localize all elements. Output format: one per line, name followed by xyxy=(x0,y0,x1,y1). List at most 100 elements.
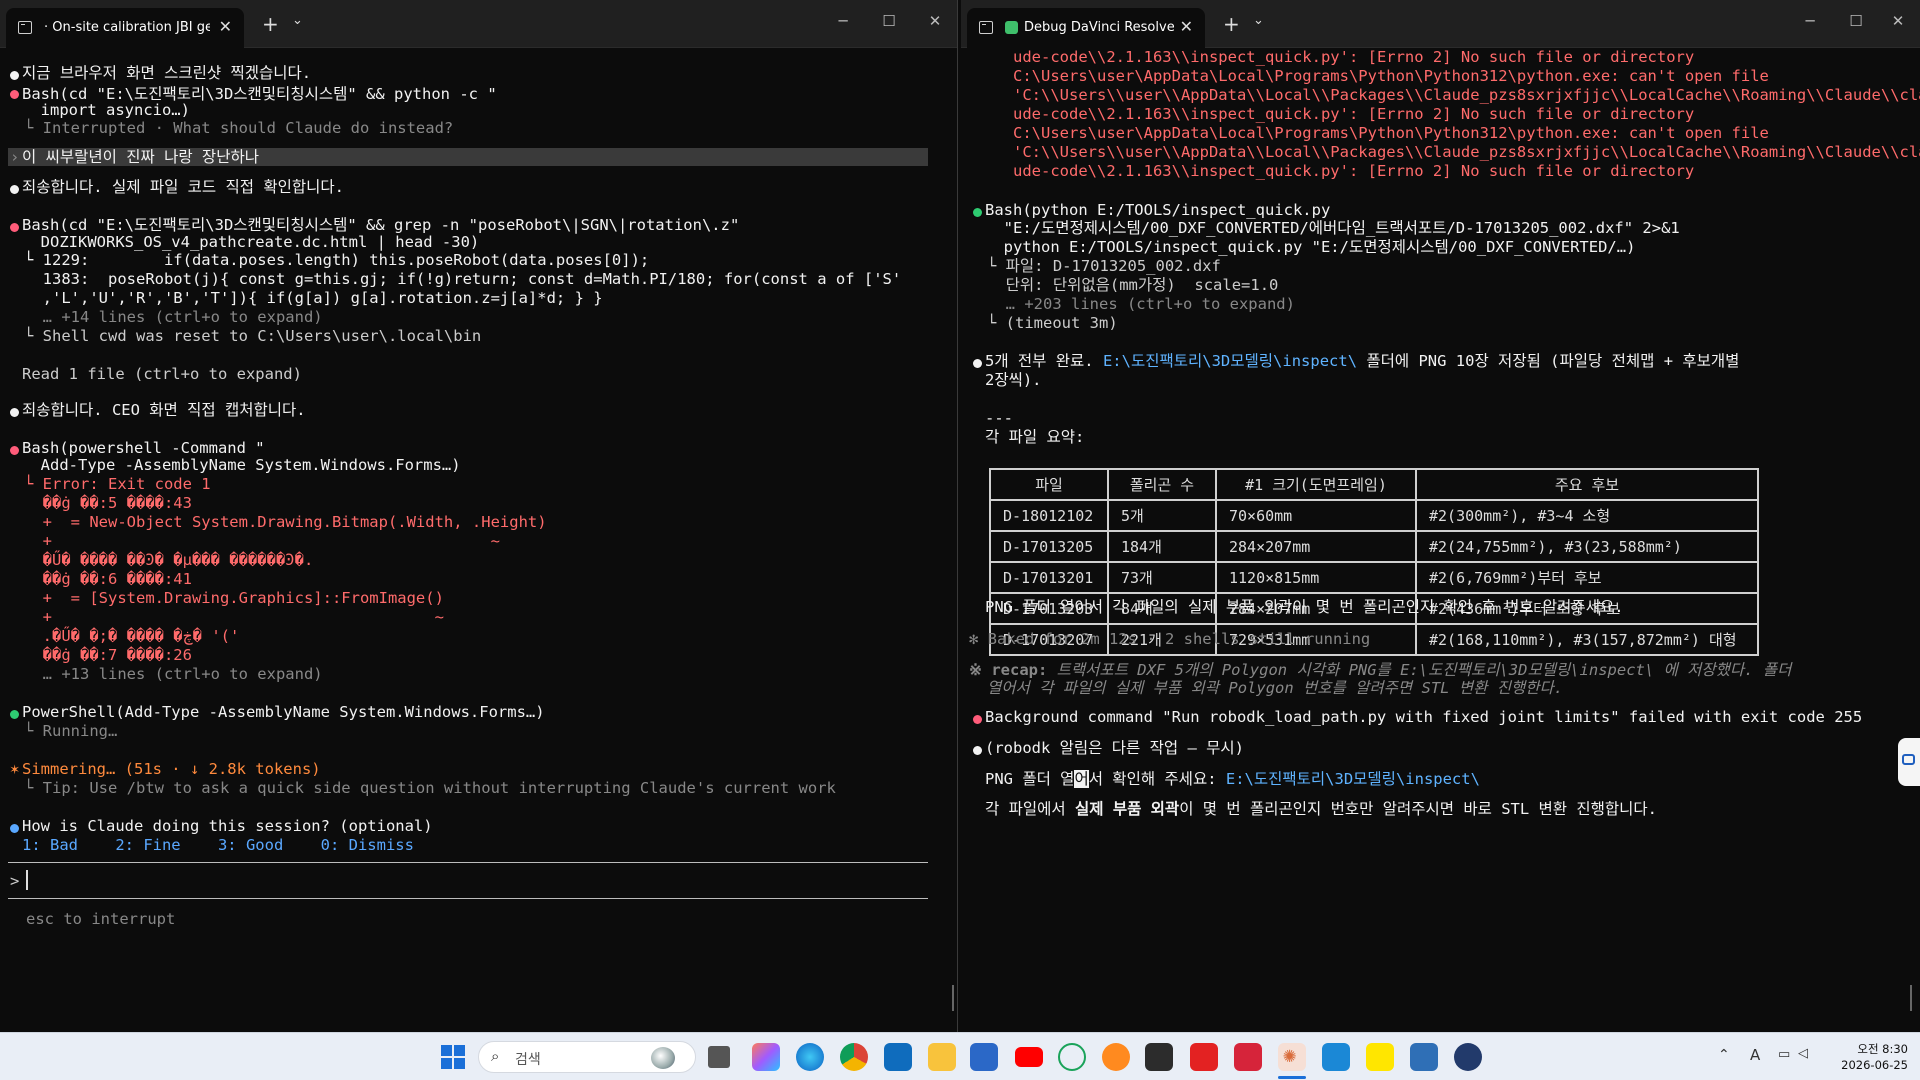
tool-call-line: DOZIKWORKS_OS_v4_pathcreate.dc.html | he… xyxy=(22,233,480,251)
table-cell: 1120×815mm xyxy=(1215,561,1417,594)
tab-right-active[interactable]: Debug DaVinci Resolve pl ✕ xyxy=(967,8,1205,48)
selection-cursor: 어 xyxy=(1074,770,1089,788)
chevron-down-icon[interactable]: ⌄ xyxy=(1253,13,1264,28)
bullet-dot-error xyxy=(973,715,982,724)
outlook-icon[interactable] xyxy=(884,1043,912,1071)
tab-left-active[interactable]: · On-site calibration JBI gene ✕ xyxy=(6,8,244,48)
table-row: D-17013201 73개 1120×815mm #2(6,769mm²)부터 후보 xyxy=(989,561,1759,594)
recap-text: 트랙서포트 DXF 5개의 Polygon 시각화 PNG를 E:\도진팩토리\… xyxy=(1056,661,1792,679)
running-status: └ Running… xyxy=(24,722,118,740)
search-app-icon[interactable] xyxy=(1102,1043,1130,1071)
instruction-line: 각 파일에서 실제 부품 외곽이 몇 번 폴리곤인지 번호만 알려주시면 바로 … xyxy=(985,800,1657,819)
table-header: 주요 후보 xyxy=(1415,468,1759,501)
acrobat-icon[interactable] xyxy=(1190,1043,1218,1071)
folder-path-link[interactable]: E:\도진팩토리\3D모델링\inspect\ xyxy=(1226,770,1480,788)
error-line: + ~ xyxy=(24,608,444,626)
divider-text: --- xyxy=(985,409,1013,427)
output-line: 죄송합니다. CEO 화면 직접 캡처합니다. xyxy=(22,401,306,419)
table-header: 폴리곤 수 xyxy=(1107,468,1217,501)
error-line: ��ġ ��:7 ����:26 xyxy=(24,646,192,664)
feedback-options[interactable]: 1: Bad 2: Fine 3: Good 0: Dismiss xyxy=(22,836,414,855)
clock-time: 오전 8:30 xyxy=(1857,1042,1908,1056)
summary-text: 폴더에 PNG 10장 저장됨 (파일당 전체맵 + 후보개별 xyxy=(1357,352,1740,370)
active-app-indicator xyxy=(1278,1076,1306,1079)
task-view-icon[interactable] xyxy=(708,1046,730,1068)
vscode-icon[interactable] xyxy=(1322,1043,1350,1071)
minimize-icon[interactable]: ─ xyxy=(1795,12,1825,30)
table-cell: D-17013201 xyxy=(989,561,1109,594)
claude-icon[interactable]: ✺ xyxy=(1278,1043,1306,1071)
minimize-icon[interactable]: ─ xyxy=(828,12,858,30)
right-scrollbar[interactable] xyxy=(1910,985,1912,1011)
chevron-down-icon[interactable]: ⌄ xyxy=(292,13,303,28)
error-line: C:\Users\user\AppData\Local\Programs\Pyt… xyxy=(1013,124,1769,142)
close-window-icon[interactable]: ✕ xyxy=(920,12,950,30)
bullet-dot-success xyxy=(973,208,982,217)
background-failure-line: Background command "Run robodk_load_path… xyxy=(985,708,1863,726)
feedback-question: How is Claude doing this session? (optio… xyxy=(22,817,433,835)
side-panel-handle[interactable] xyxy=(1898,738,1920,786)
table-cell: 184개 xyxy=(1107,530,1217,563)
prompt-caret: > xyxy=(10,872,20,890)
output-line: (robodk 알림은 다른 작업 — 무시) xyxy=(985,739,1244,757)
close-window-icon[interactable]: ✕ xyxy=(1883,12,1913,30)
search-icon: ⌕ xyxy=(491,1047,500,1065)
error-line: ude-code\\2.1.163\\inspect_quick.py': [E… xyxy=(1013,105,1695,123)
new-tab-icon[interactable]: + xyxy=(1223,12,1240,36)
error-line: ude-code\\2.1.163\\inspect_quick.py': [E… xyxy=(1013,162,1695,180)
pdf-red-icon[interactable] xyxy=(1234,1043,1262,1071)
tab-title: Debug DaVinci Resolve pl xyxy=(1024,20,1174,35)
user-message: 이 씨부랄년이 진짜 나랑 장난하나 xyxy=(22,148,259,166)
tab-title: · On-site calibration JBI gene xyxy=(44,20,210,35)
bullet-dot xyxy=(10,408,19,417)
file-explorer-icon[interactable] xyxy=(928,1043,956,1071)
new-tab-icon[interactable]: + xyxy=(262,12,279,36)
youtube-icon[interactable] xyxy=(1015,1047,1043,1067)
app-blue-icon[interactable] xyxy=(1410,1043,1438,1071)
windows-start-icon[interactable] xyxy=(439,1043,467,1071)
output-line: 단위: 단위없음(mm가정) scale=1.0 xyxy=(987,276,1279,294)
error-line: ude-code\\2.1.163\\inspect_quick.py': [E… xyxy=(1013,48,1695,66)
table-header: #1 크기(도면프레임) xyxy=(1215,468,1417,501)
tool-call-line: "E:/도면정제시스템/00_DXF_CONVERTED/에버다임_트랙서포트/… xyxy=(985,219,1680,237)
copilot-icon[interactable] xyxy=(752,1043,780,1071)
tray-chevron-icon[interactable]: ⌃ xyxy=(1718,1047,1730,1063)
instruction-text: PNG 폴더 열 xyxy=(985,770,1075,788)
close-tab-icon[interactable]: ✕ xyxy=(219,17,232,36)
bullet-dot-error xyxy=(10,223,19,232)
output-line: └ (timeout 3m) xyxy=(987,314,1118,332)
table-header-row: 파일 폴리곤 수 #1 크기(도면프레임) 주요 후보 xyxy=(989,468,1759,501)
table-row: D-17013205 184개 284×207mm #2(24,755mm²), #3… xyxy=(989,530,1759,563)
app-navy-icon[interactable] xyxy=(1454,1043,1482,1071)
close-tab-icon[interactable]: ✕ xyxy=(1180,17,1193,36)
system-clock[interactable]: 오전 8:30 2026-06-25 xyxy=(1841,1041,1908,1073)
store-icon[interactable] xyxy=(970,1043,998,1071)
kakaotalk-icon[interactable] xyxy=(1366,1043,1394,1071)
bullet-dot xyxy=(973,359,982,368)
output-line: 1383: poseRobot(j){ const g=this.gj; if(… xyxy=(24,270,902,288)
expand-hint: … +14 lines (ctrl+o to expand) xyxy=(24,308,323,326)
taskbar-search-input[interactable]: ⌕ 검색 xyxy=(478,1041,696,1073)
network-icon[interactable]: ▭ xyxy=(1778,1047,1790,1062)
right-terminal-output: ude-code\\2.1.163\\inspect_quick.py': [E… xyxy=(961,48,1920,1032)
left-scrollbar[interactable] xyxy=(952,985,954,1011)
maximize-icon[interactable]: ☐ xyxy=(874,12,904,30)
folder-path-link[interactable]: E:\도진팩토리\3D모델링\inspect\ xyxy=(1103,352,1357,370)
edge-icon[interactable] xyxy=(796,1043,824,1071)
interrupt-hint: esc to interrupt xyxy=(26,910,176,928)
tool-call-line: Bash(python E:/TOOLS/inspect_quick.py xyxy=(985,201,1331,219)
volume-icon[interactable]: ◁ xyxy=(1798,1046,1808,1061)
input-language-indicator[interactable]: A xyxy=(1750,1046,1760,1064)
maximize-icon[interactable]: ☐ xyxy=(1841,12,1871,30)
error-line: + = [System.Drawing.Graphics]::FromImage… xyxy=(24,589,444,607)
instruction-text: 이 몇 번 폴리곤인지 번호만 알려주시면 바로 STL 변환 진행합니다. xyxy=(1179,800,1658,818)
terminal-tab-icon xyxy=(979,21,993,34)
left-terminal-output: 지금 브라우저 화면 스크린샷 찍겠습니다. Bash(cd "E:\도진팩토리… xyxy=(0,48,957,1032)
chat-icon xyxy=(1902,754,1915,765)
app-green-icon[interactable] xyxy=(1058,1043,1086,1071)
prompt-input[interactable] xyxy=(24,868,924,892)
instruction-line: PNG 폴더 열어서 확인해 주세요: E:\도진팩토리\3D모델링\inspe… xyxy=(985,770,1480,789)
bullet-dot-success xyxy=(10,710,19,719)
chrome-icon[interactable] xyxy=(840,1043,868,1071)
terminal-icon[interactable] xyxy=(1145,1043,1173,1071)
